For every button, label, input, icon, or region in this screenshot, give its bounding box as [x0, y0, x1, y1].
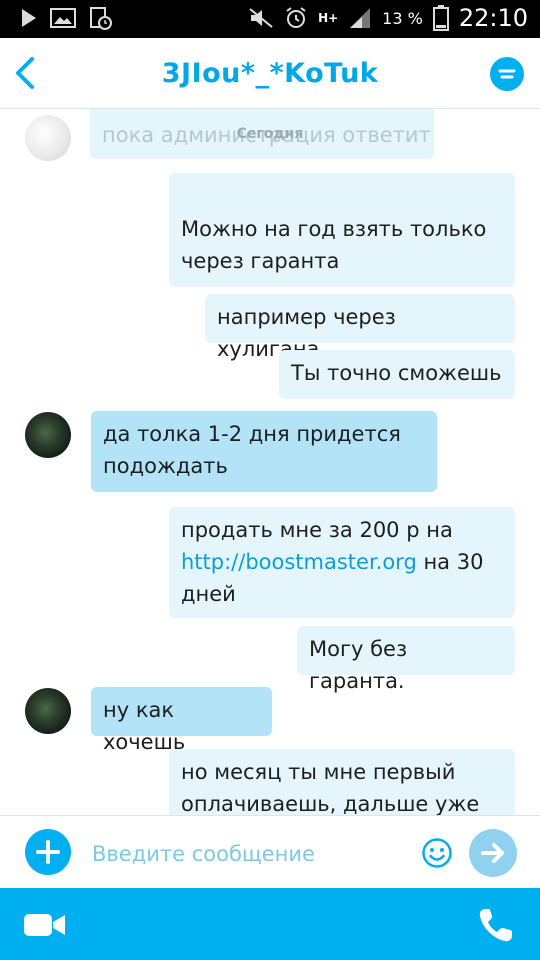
image-icon — [50, 8, 76, 28]
contact-avatar[interactable] — [25, 412, 71, 458]
chat-header: 3JIou*_*KoTuk — [0, 38, 540, 109]
menu-icon — [498, 69, 516, 79]
chat-menu-button[interactable] — [490, 57, 524, 91]
contact-avatar[interactable] — [25, 688, 71, 734]
clock-time: 22:10 — [458, 4, 528, 32]
message-list[interactable]: пока администрация ответит Сегодня Можно… — [0, 109, 540, 815]
send-button[interactable] — [469, 829, 517, 877]
message-bubble-outgoing[interactable]: например через хулигана — [205, 294, 515, 361]
message-text: продать мне за 200 р на — [181, 518, 453, 542]
video-call-button[interactable] — [22, 910, 68, 940]
message-bubble-outgoing[interactable]: но месяц ты мне первый оплачиваешь, даль… — [169, 749, 515, 815]
mute-icon — [249, 8, 273, 28]
message-link[interactable]: http://boostmaster.org — [181, 550, 417, 574]
message-composer — [0, 815, 540, 889]
status-bar: H+ 13 % 22:10 — [0, 0, 540, 38]
message-bubble-incoming[interactable]: да толка 1-2 дня придется подождать — [91, 411, 437, 492]
call-bar — [0, 888, 540, 960]
add-attachment-button[interactable] — [25, 829, 71, 875]
signal-icon — [350, 8, 371, 28]
battery-percent: 13 % — [382, 8, 423, 28]
play-icon — [22, 9, 36, 27]
video-call-icon — [24, 914, 65, 936]
date-separator: Сегодня — [236, 126, 304, 142]
message-input[interactable] — [90, 836, 404, 872]
emoji-icon — [422, 838, 452, 868]
message-bubble-outgoing[interactable]: продать мне за 200 р на http://boostmast… — [169, 507, 515, 618]
message-bubble-incoming[interactable]: ну как хочешь — [91, 687, 272, 754]
message-bubble-outgoing[interactable]: Ты точно сможешь — [279, 350, 515, 399]
voice-call-button[interactable] — [476, 905, 516, 945]
file-clock-icon — [90, 7, 112, 30]
message-bubble-outgoing[interactable]: Можно на год взять только через гаранта — [169, 173, 515, 287]
alarm-icon — [286, 7, 306, 28]
plus-icon — [36, 840, 60, 864]
message-bubble-outgoing[interactable]: Могу без гаранта. — [297, 626, 515, 693]
battery-icon — [432, 5, 449, 31]
network-type-label: H+ — [318, 11, 339, 25]
contact-title[interactable]: 3JIou*_*KoTuk — [0, 58, 540, 89]
send-arrow-icon — [481, 843, 504, 863]
emoji-button[interactable] — [421, 837, 453, 869]
phone-call-icon — [479, 909, 512, 942]
